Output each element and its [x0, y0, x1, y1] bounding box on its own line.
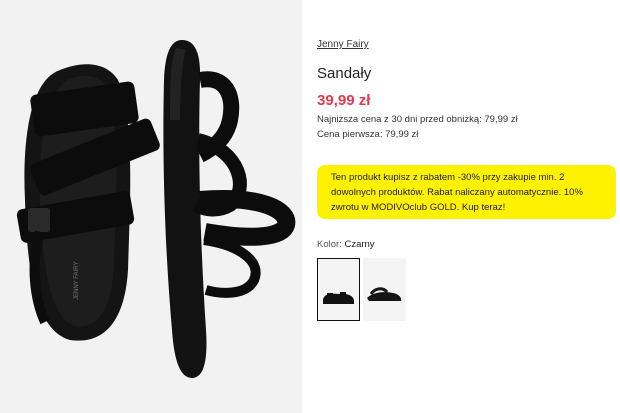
promo-banner[interactable]: Ten produkt kupisz z rabatem -30% przy z… [317, 165, 616, 219]
color-swatch-selected[interactable] [317, 258, 360, 321]
sandal-photo: JENNY FAIRY [16, 40, 296, 378]
insole-text: JENNY FAIRY [74, 262, 80, 300]
color-label: Kolor: [317, 239, 342, 250]
color-swatch-alt[interactable] [363, 258, 406, 321]
first-price-info: Cena pierwsza: 79,99 zł [317, 129, 419, 140]
lowest-price-info: Najniższa cena z 30 dni przed obniżką: 7… [317, 114, 518, 125]
brand-link[interactable]: Jenny Fairy [317, 39, 369, 50]
product-price: 39,99 zł [317, 92, 371, 109]
sandal-thumbnail-icon [367, 287, 402, 301]
color-value: Czarny [344, 239, 375, 250]
product-title: Sandały [317, 65, 372, 82]
color-selector-label: Kolor: Czarny [317, 239, 375, 250]
sandal-thumbnail-icon [323, 292, 354, 304]
product-info: Jenny Fairy Sandały 39,99 zł Najniższa c… [317, 0, 617, 413]
product-image[interactable]: JENNY FAIRY [0, 0, 302, 413]
promo-text: Ten produkt kupisz z rabatem -30% przy z… [331, 172, 583, 213]
